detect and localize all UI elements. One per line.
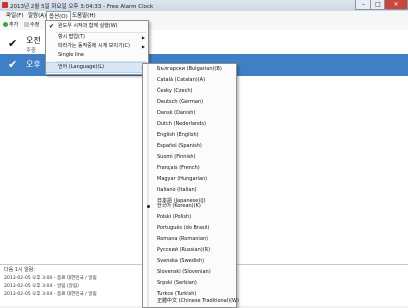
checkmark-icon: ✔ bbox=[49, 23, 55, 30]
alarm-repeat: 주중 bbox=[26, 48, 37, 54]
menu-help[interactable]: 도움말(H) bbox=[70, 12, 98, 20]
options-dropdown-menu: ✔ 윈도우 시작과 함께 실행(W) 항시 팝업(T) ▶ 따라가는 동작중에 … bbox=[45, 20, 149, 75]
add-icon bbox=[3, 22, 8, 27]
language-item-slovenian[interactable]: Slovenski (Slovenian) bbox=[157, 267, 211, 278]
menu-item-label: 윈도우 시작과 함께 실행(W) bbox=[58, 23, 118, 29]
app-icon bbox=[2, 2, 8, 8]
close-button[interactable]: ✕ bbox=[384, 0, 408, 10]
language-item-french[interactable]: Français (French) bbox=[157, 163, 200, 174]
selected-radio-icon bbox=[147, 205, 150, 208]
language-item-swedish[interactable]: Svenska (Swedish) bbox=[157, 256, 204, 267]
language-item-dutch[interactable]: Dutch (Nederlands) bbox=[157, 119, 206, 130]
language-item-korean[interactable]: 한국어 (Korean)(K) bbox=[157, 201, 201, 212]
submenu-arrow-icon: ▶ bbox=[141, 44, 145, 49]
alarm-enabled-check-icon[interactable]: ✔ bbox=[8, 37, 17, 50]
alarm-name: 오전 bbox=[26, 36, 41, 45]
menu-item-show-clock[interactable]: 따라가는 동작중에 시계 보이기(C) ▶ bbox=[46, 42, 148, 51]
add-button[interactable]: 추가 bbox=[3, 22, 18, 29]
add-label: 추가 bbox=[9, 22, 19, 28]
language-item-finnish[interactable]: Suomi (Finnish) bbox=[157, 152, 196, 163]
edit-button[interactable]: 수정 bbox=[24, 22, 39, 29]
language-item-italian[interactable]: Italiano (Italian) bbox=[157, 185, 197, 196]
language-item-polish[interactable]: Polski (Polish) bbox=[157, 212, 191, 223]
edit-icon bbox=[24, 22, 29, 27]
next-alarm-label: 다음 1시 알람: bbox=[4, 267, 36, 273]
menu-gutter bbox=[147, 64, 149, 307]
language-submenu: Български (Bulgarian)(B) Català (Catalan… bbox=[142, 63, 239, 308]
menu-item-label: 따라가는 동작중에 시계 보이기(C) bbox=[58, 43, 130, 49]
window-title: 2013년 2월 5일 화요일 오후 3:04:33 - Free Alarm … bbox=[10, 4, 154, 10]
language-item-portuguese[interactable]: Português (do Brasil) bbox=[157, 223, 209, 234]
menu-item-label: 언어 (Language)(L) bbox=[58, 64, 105, 70]
menu-item-single-line[interactable]: Single line bbox=[46, 51, 148, 60]
language-item-bulgarian[interactable]: Български (Bulgarian)(B) bbox=[157, 64, 222, 75]
language-item-english[interactable]: English (English) bbox=[157, 130, 199, 141]
language-item-czech[interactable]: Česky (Czech) bbox=[157, 86, 192, 97]
menu-item-language[interactable]: 언어 (Language)(L) ▶ bbox=[46, 62, 148, 73]
language-item-danish[interactable]: Dansk (Danish) bbox=[157, 108, 195, 119]
menu-file[interactable]: 파일(F) bbox=[4, 12, 26, 20]
language-item-russian[interactable]: Русский (Russian)(R) bbox=[157, 245, 210, 256]
language-item-german[interactable]: Deutsch (German) bbox=[157, 97, 203, 108]
language-item-spanish[interactable]: Español (Spanish) bbox=[157, 141, 202, 152]
language-item-romanian[interactable]: Romana (Romanian) bbox=[157, 234, 208, 245]
menu-item-always-popup[interactable]: 항시 팝업(T) ▶ bbox=[46, 33, 148, 42]
log-line: 2013-02-05 오후 3:04 - 종료 대한민국 / 알림 bbox=[4, 292, 97, 297]
language-item-chinese-traditional[interactable]: 正體中文 (Chinese Traditional)(W) bbox=[157, 296, 239, 307]
edit-label: 수정 bbox=[30, 22, 40, 28]
log-line: 2013-02-05 오후 3:04 - 알림 (알림) bbox=[4, 284, 79, 289]
language-item-catalan[interactable]: Català (Catalan)(A) bbox=[157, 75, 205, 86]
language-item-hungarian[interactable]: Magyar (Hungarian) bbox=[157, 174, 207, 185]
submenu-arrow-icon: ▶ bbox=[141, 35, 145, 40]
log-line: 2013-02-05 오후 3:00 - 종료 대한민국 / 알림 bbox=[4, 276, 97, 281]
menu-item-label: Single line bbox=[58, 52, 84, 58]
menu-item-start-with-windows[interactable]: ✔ 윈도우 시작과 함께 실행(W) bbox=[46, 22, 148, 31]
menu-item-label: 항시 팝업(T) bbox=[58, 34, 85, 40]
language-item-serbian[interactable]: Srpski (Serbian) bbox=[157, 278, 197, 289]
alarm-enabled-check-icon[interactable]: ✔ bbox=[8, 58, 17, 71]
alarm-name: 오후 bbox=[26, 60, 41, 69]
menu-alarm[interactable]: 알람(A) bbox=[26, 12, 48, 20]
